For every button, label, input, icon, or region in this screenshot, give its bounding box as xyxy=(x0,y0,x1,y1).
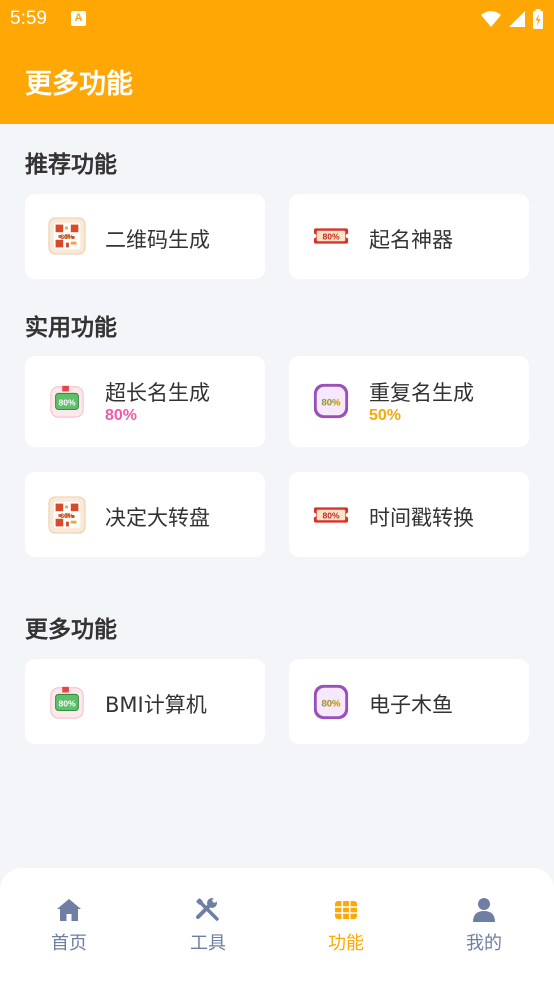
purple-80-icon xyxy=(312,382,350,420)
app-bar: 5:59 A 更多功能 xyxy=(0,0,554,124)
tab-features[interactable]: 功能 xyxy=(301,896,391,956)
card-timestamp[interactable]: 时间戳转换 xyxy=(289,472,529,557)
ticket-80-icon xyxy=(312,496,350,534)
qr-badge-icon xyxy=(48,496,86,534)
card-label: 电子木鱼 xyxy=(369,693,453,717)
card-label: 起名神器 xyxy=(369,228,453,252)
status-icons xyxy=(480,9,544,29)
section-title-utility: 实用功能 xyxy=(25,315,117,341)
tab-profile[interactable]: 我的 xyxy=(439,896,529,956)
signal-icon xyxy=(509,11,525,27)
status-time: 5:59 xyxy=(10,8,47,29)
flag-80-icon xyxy=(48,382,86,420)
card-repeat-name[interactable]: 重复名生成 50% xyxy=(289,356,529,447)
card-label: 超长名生成 xyxy=(105,381,210,405)
wifi-icon xyxy=(481,11,501,27)
grid-icon xyxy=(335,901,357,919)
page-title: 更多功能 xyxy=(25,69,133,100)
card-label: 决定大转盘 xyxy=(105,506,210,530)
tools-icon xyxy=(196,898,219,921)
flag-80-icon xyxy=(48,683,86,721)
section-title-recommended: 推荐功能 xyxy=(25,152,117,178)
section-title-more: 更多功能 xyxy=(25,617,117,643)
card-label: BMI计算机 xyxy=(105,693,207,717)
card-qr-generator[interactable]: 二维码生成 xyxy=(25,194,265,279)
tab-label: 工具 xyxy=(190,933,226,954)
battery-icon xyxy=(533,9,543,29)
tab-label: 我的 xyxy=(466,933,502,954)
purple-80-icon xyxy=(312,683,350,721)
status-bar: 5:59 A xyxy=(0,0,554,38)
card-label: 时间戳转换 xyxy=(369,506,474,530)
tab-tools[interactable]: 工具 xyxy=(163,896,253,956)
home-icon xyxy=(57,899,81,921)
user-icon xyxy=(473,898,495,922)
tab-home[interactable]: 首页 xyxy=(24,896,114,956)
card-spin-wheel[interactable]: 决定大转盘 xyxy=(25,472,265,557)
card-label: 重复名生成 xyxy=(369,381,474,405)
qr-badge-icon xyxy=(48,217,86,255)
tab-label: 首页 xyxy=(51,933,87,954)
card-percent: 50% xyxy=(369,407,402,424)
card-wooden-fish[interactable]: 电子木鱼 xyxy=(289,659,529,744)
ticket-80-icon xyxy=(312,217,350,255)
bottom-tab-bar: 首页 工具 功能 我的 xyxy=(0,868,554,984)
card-long-name[interactable]: 超长名生成 80% xyxy=(25,356,265,447)
tab-label: 功能 xyxy=(328,933,364,954)
card-bmi[interactable]: BMI计算机 xyxy=(25,659,265,744)
notification-icon: A xyxy=(71,11,86,26)
card-label: 二维码生成 xyxy=(105,228,210,252)
card-percent: 80% xyxy=(105,407,138,424)
card-name-generator[interactable]: 起名神器 xyxy=(289,194,529,279)
